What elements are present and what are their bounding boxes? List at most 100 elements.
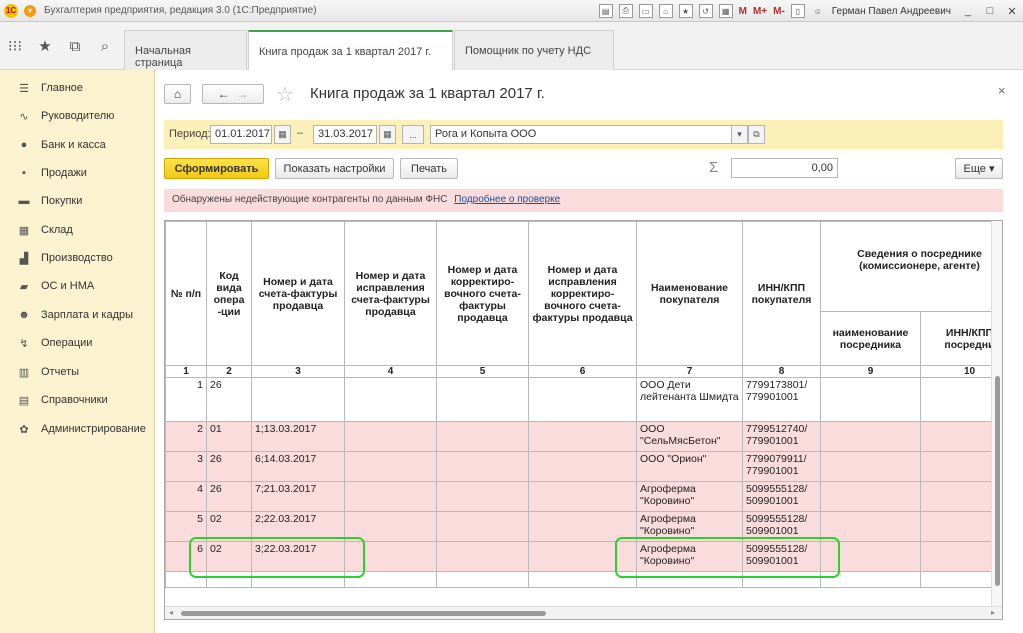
- inn-cell: 7799079911/ 779901001: [742, 451, 821, 482]
- close-window-button[interactable]: ✕: [1001, 5, 1023, 18]
- top-panel-icons: ⁝⁝⁝ ★ ⧉ ⌕: [0, 22, 122, 70]
- print-button[interactable]: Печать: [400, 158, 458, 179]
- tab-sales-book[interactable]: Книга продаж за 1 квартал 2017 г.: [248, 30, 453, 70]
- favorite-star-icon[interactable]: ☆: [276, 82, 294, 107]
- sidebar-item-label: Производство: [41, 252, 113, 264]
- operation-code: 26: [206, 481, 252, 512]
- sidebar-item-bank[interactable]: ● Банк и касса: [0, 135, 155, 155]
- sidebar-item-admin[interactable]: ✿ Администрирование: [0, 419, 155, 439]
- tab-vat-assistant[interactable]: Помощник по учету НДС: [454, 30, 614, 70]
- empty-cell: [820, 421, 921, 452]
- period-select-button[interactable]: ...: [402, 125, 424, 144]
- chevron-down-icon[interactable]: ▾: [731, 125, 748, 144]
- table-row[interactable]: 4 26 7;21.03.2017 Агроферма "Коровино" 5…: [165, 481, 1002, 512]
- operation-code: 26: [206, 377, 252, 422]
- row-number: 1: [165, 377, 207, 422]
- memory-plus-button[interactable]: M+: [753, 6, 767, 17]
- col-number: 1: [165, 365, 207, 378]
- sidebar-item-warehouse[interactable]: ▦ Склад: [0, 220, 155, 240]
- back-arrow-icon[interactable]: ←: [218, 87, 230, 101]
- window-title: Бухгалтерия предприятия, редакция 3.0 (1…: [44, 5, 317, 16]
- sidebar: ☰ Главное ∿ Руководителю ● Банк и касса ▪ Пр…: [0, 70, 155, 633]
- table-row[interactable]: 1 26 ООО Дети лейтенанта Шмидта 77991738…: [165, 377, 1002, 422]
- star-icon[interactable]: ★: [678, 4, 693, 18]
- calendar-icon[interactable]: ▦: [274, 125, 291, 144]
- sidebar-item-label: Банк и касса: [41, 139, 106, 151]
- sidebar-item-label: Администрирование: [41, 423, 146, 435]
- table-row[interactable]: 2 01 1;13.03.2017 ООО "СельМясБетон" 779…: [165, 421, 1002, 452]
- sidebar-item-purchases[interactable]: ▬ Покупки: [0, 191, 155, 211]
- col-number: 4: [344, 365, 437, 378]
- invoice-cell: 1;13.03.2017: [251, 421, 345, 452]
- col-header: ИНН/КПП покупателя: [742, 221, 821, 366]
- date-from-field[interactable]: 01.01.2017: [210, 125, 272, 144]
- save-icon[interactable]: ▤: [598, 4, 613, 18]
- sidebar-item-operations[interactable]: ↯ Операции: [0, 333, 155, 353]
- close-icon[interactable]: ×: [998, 83, 1006, 98]
- sidebar-item-label: Продажи: [41, 167, 87, 179]
- memory-minus-button[interactable]: M-: [773, 6, 785, 17]
- warning-details-link[interactable]: Подробнее о проверке: [454, 194, 560, 205]
- more-button[interactable]: Еще ▾: [955, 158, 1003, 179]
- sidebar-item-assets[interactable]: ▰ ОС и НМА: [0, 276, 155, 296]
- sidebar-item-sales[interactable]: ▪ Продажи: [0, 163, 155, 183]
- generate-button[interactable]: Сформировать: [164, 158, 269, 179]
- maximize-button[interactable]: □: [979, 5, 1001, 17]
- show-settings-button[interactable]: Показать настройки: [275, 158, 394, 179]
- memory-m-button[interactable]: M: [739, 6, 747, 17]
- sidebar-item-manager[interactable]: ∿ Руководителю: [0, 106, 155, 126]
- col-number: 5: [436, 365, 529, 378]
- history-icon[interactable]: ⧉: [60, 38, 90, 55]
- table-row[interactable]: 3 26 6;14.03.2017 ООО "Орион" 7799079911…: [165, 451, 1002, 482]
- minimize-button[interactable]: _: [957, 5, 979, 17]
- calc-icon[interactable]: ▦: [718, 4, 733, 18]
- sidebar-item-label: ОС и НМА: [41, 280, 95, 292]
- col-header: Номер и дата корректиро- вочного счета-ф…: [436, 221, 529, 366]
- period-bar: Период: 01.01.2017 ▦ – 31.03.2017 ▦ ... …: [164, 120, 1003, 149]
- panels-icon[interactable]: ▯: [790, 4, 805, 18]
- forward-arrow-icon[interactable]: →: [236, 87, 248, 101]
- empty-cell: [436, 571, 529, 588]
- col-number-row: 1 2 3 4 5 6 7 8 9 10: [165, 365, 1002, 378]
- home-icon[interactable]: ⌂: [658, 4, 673, 18]
- scroll-left-icon[interactable]: ◂: [169, 608, 173, 617]
- home-button[interactable]: ⌂: [164, 84, 191, 104]
- sum-field[interactable]: 0,00: [731, 158, 838, 178]
- user-name[interactable]: Герман Павел Андреевич: [832, 6, 951, 17]
- scroll-thumb[interactable]: [181, 611, 546, 616]
- window-titlebar: 1С ▾ Бухгалтерия предприятия, редакция 3…: [0, 0, 1023, 22]
- col-header: Номер и дата счета-фактуры продавца: [251, 221, 345, 366]
- preview-icon[interactable]: ▭: [638, 4, 653, 18]
- date-to-field[interactable]: 31.03.2017: [313, 125, 377, 144]
- bag-icon: ▪: [22, 167, 26, 179]
- inn-cell: 7799173801/ 779901001: [742, 377, 821, 422]
- sidebar-item-label: Главное: [41, 82, 84, 94]
- book-icon: ▤: [18, 394, 30, 407]
- sidebar-item-main[interactable]: ☰ Главное: [0, 78, 155, 98]
- open-icon[interactable]: ⧉: [748, 125, 765, 144]
- print-icon[interactable]: ⎙: [618, 4, 633, 18]
- scroll-thumb[interactable]: [995, 376, 1000, 586]
- sidebar-item-reports[interactable]: ▥ Отчеты: [0, 362, 155, 382]
- apps-grid-icon[interactable]: ⁝⁝⁝: [0, 37, 30, 55]
- back-forward-buttons[interactable]: ← →: [202, 84, 264, 104]
- organization-field[interactable]: Рога и Копыта ООО: [430, 125, 732, 144]
- sidebar-item-label: Отчеты: [41, 366, 80, 378]
- scroll-right-icon[interactable]: ▸: [991, 608, 995, 617]
- vertical-scrollbar[interactable]: [991, 221, 1002, 606]
- calendar-icon[interactable]: ▦: [379, 125, 396, 144]
- operation-code: 26: [206, 451, 252, 482]
- col-header: Наименование покупателя: [636, 221, 743, 366]
- history-icon[interactable]: ↺: [698, 4, 713, 18]
- sidebar-item-catalogs[interactable]: ▤ Справочники: [0, 390, 155, 410]
- favorites-star-icon[interactable]: ★: [30, 37, 60, 55]
- search-icon[interactable]: ⌕: [90, 38, 120, 55]
- col-header: Номер и дата исправления счета-фактуры п…: [344, 221, 437, 366]
- sidebar-item-production[interactable]: ▟ Производство: [0, 248, 155, 268]
- row-number: 2: [165, 421, 207, 452]
- sidebar-item-salary[interactable]: ☻ Зарплата и кадры: [0, 305, 155, 325]
- horizontal-scrollbar[interactable]: ◂ ▸: [165, 606, 1002, 619]
- tab-start-page[interactable]: Начальная страница: [124, 30, 247, 70]
- app-menu-icon[interactable]: ▾: [24, 4, 36, 17]
- factory-icon: ▟: [19, 252, 29, 265]
